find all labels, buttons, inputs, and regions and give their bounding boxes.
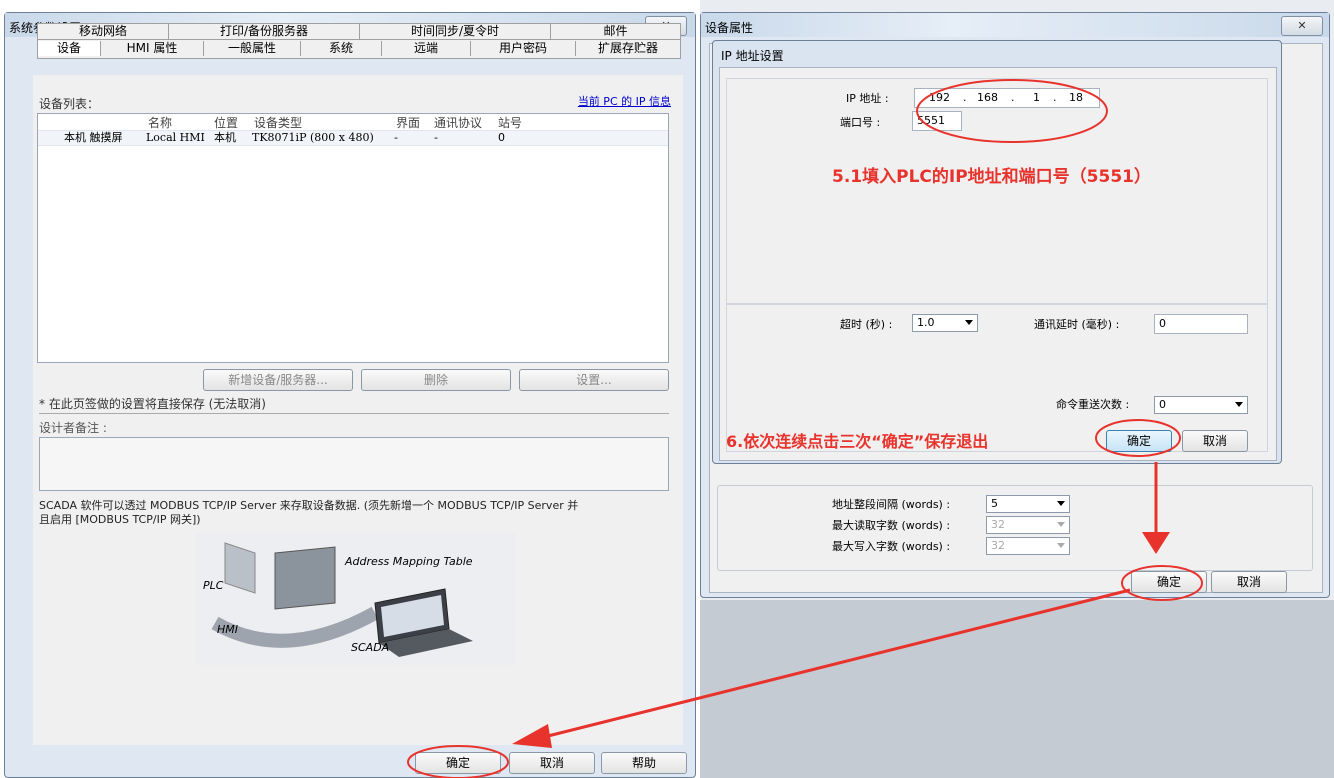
- dialog-body: IP 地址 : 192 . 168 . 1 . 18 端口号 : 5551 超时…: [719, 67, 1277, 461]
- tab-device[interactable]: 设备: [38, 41, 101, 56]
- tab-email[interactable]: 邮件: [551, 24, 680, 40]
- port-label: 端口号 :: [840, 116, 881, 129]
- col-interface: 界面: [396, 116, 421, 130]
- diagram-mapping-label: Address Mapping Table: [345, 555, 473, 568]
- cancel-button-right[interactable]: 取消: [1211, 571, 1287, 593]
- ip-dot: .: [1011, 91, 1015, 104]
- cancel-button-left[interactable]: 取消: [509, 752, 595, 774]
- close-icon: ✕: [1297, 19, 1307, 32]
- ip-address-field[interactable]: 192 . 168 . 1 . 18: [914, 88, 1100, 108]
- device-table: 名称 位置 设备类型 界面 通讯协议 站号 本机 触摸屏 Local HMI 本…: [37, 113, 669, 363]
- ip-address-label: IP 地址 :: [846, 92, 889, 105]
- tab-user-password[interactable]: 用户密码: [471, 41, 576, 56]
- ip-dot: .: [1053, 91, 1057, 104]
- col-device-type: 设备类型: [254, 116, 303, 130]
- interval-select[interactable]: 5: [986, 495, 1070, 513]
- interval-label: 地址整段间隔 (words) :: [832, 498, 951, 511]
- cell-name: 本机 触摸屏: [64, 131, 123, 144]
- background-dark: [700, 600, 1334, 778]
- tab-remote[interactable]: 远端: [382, 41, 471, 56]
- scada-diagram: Address Mapping Table PLC HMI SCADA: [195, 533, 515, 665]
- col-name: 名称: [148, 116, 173, 130]
- max-write-select[interactable]: 32: [986, 537, 1070, 555]
- table-header: 名称 位置 设备类型 界面 通讯协议 站号: [38, 114, 668, 130]
- tab-time-sync[interactable]: 时间同步/夏令时: [360, 24, 551, 40]
- ip-dot: .: [963, 91, 967, 104]
- designer-note-field[interactable]: [39, 437, 669, 491]
- tab-system[interactable]: 系统: [301, 41, 382, 56]
- timeout-value: 1.0: [917, 316, 935, 329]
- timeout-select[interactable]: 1.0: [912, 314, 978, 332]
- system-parameters-window: 系统参数设置 ✕ 移动网络 打印/备份服务器 时间同步/夏令时 邮件 设备 HM…: [4, 12, 696, 778]
- cell-station: 0: [498, 131, 505, 144]
- tab-print-backup[interactable]: 打印/备份服务器: [169, 24, 360, 40]
- table-row[interactable]: 本机 触摸屏 Local HMI 本机 TK8071iP (800 x 480)…: [38, 130, 668, 146]
- help-button-left[interactable]: 帮助: [601, 752, 687, 774]
- save-note: * 在此页签做的设置将直接保存 (无法取消): [39, 397, 266, 411]
- chevron-down-icon: [965, 320, 973, 325]
- cell-location: 本机: [214, 131, 236, 144]
- ip-ok-button[interactable]: 确定: [1106, 430, 1172, 452]
- ip-octet-4: 18: [1069, 91, 1083, 104]
- add-device-button[interactable]: 新增设备/服务器...: [203, 369, 353, 391]
- delay-field[interactable]: 0: [1154, 314, 1248, 334]
- tab-extended-memory[interactable]: 扩展存贮器: [576, 41, 680, 56]
- chevron-down-icon: [1057, 543, 1065, 548]
- ok-button-left[interactable]: 确定: [415, 752, 501, 774]
- col-protocol: 通讯协议: [434, 116, 483, 130]
- address-settings-group: 地址整段间隔 (words) : 5 最大读取字数 (words) : 32 最…: [717, 485, 1313, 571]
- max-write-label: 最大写入字数 (words) :: [832, 540, 951, 553]
- cell-interface: -: [394, 131, 398, 144]
- close-button[interactable]: ✕: [1281, 16, 1323, 36]
- delete-button[interactable]: 删除: [361, 369, 511, 391]
- tab-mobile-network[interactable]: 移动网络: [38, 24, 169, 40]
- diagram-hmi-label: HMI: [217, 623, 239, 636]
- chevron-down-icon: [1057, 501, 1065, 506]
- retry-select[interactable]: 0: [1154, 396, 1248, 414]
- annotation-step2: 6.依次连续点击三次“确定”保存退出: [726, 432, 989, 451]
- max-read-label: 最大读取字数 (words) :: [832, 519, 951, 532]
- tab-hmi-properties[interactable]: HMI 属性: [101, 41, 204, 56]
- col-location: 位置: [214, 116, 239, 130]
- chevron-down-icon: [1057, 522, 1065, 527]
- pc-ip-info-link[interactable]: 当前 PC 的 IP 信息: [578, 93, 671, 109]
- cell-device-type: TK8071iP (800 x 480): [252, 131, 374, 144]
- settings-button[interactable]: 设置...: [519, 369, 669, 391]
- ip-cancel-button[interactable]: 取消: [1182, 430, 1248, 452]
- chevron-down-icon: [1235, 402, 1243, 407]
- retry-value: 0: [1159, 398, 1166, 411]
- cell-protocol: -: [434, 131, 438, 144]
- diagram-scada-label: SCADA: [351, 641, 390, 654]
- interval-value: 5: [991, 497, 998, 510]
- col-station: 站号: [498, 116, 523, 130]
- device-tab-page: 设备列表： 当前 PC 的 IP 信息 名称 位置 设备类型 界面 通讯协议 站…: [33, 75, 683, 745]
- window-title: 设备属性: [705, 21, 754, 35]
- ok-button-right[interactable]: 确定: [1131, 571, 1207, 593]
- tab-general-properties[interactable]: 一般属性: [204, 41, 301, 56]
- designer-note-label: 设计者备注 :: [39, 421, 107, 435]
- ip-octet-1: 192: [929, 91, 950, 104]
- device-list-label: 设备列表：: [39, 97, 100, 111]
- timeout-label: 超时 (秒) :: [840, 318, 893, 331]
- diagram-plc-label: PLC: [203, 579, 224, 592]
- title-bar: 设备属性 ✕: [701, 13, 1329, 37]
- ip-group: [726, 78, 1268, 304]
- cell-name-2: Local HMI: [146, 131, 205, 144]
- port-field[interactable]: 5551: [912, 111, 962, 131]
- scada-text-line2: 且启用 [MODBUS TCP/IP 网关]): [39, 513, 201, 526]
- divider: [39, 413, 669, 414]
- annotation-step1: 5.1填入PLC的IP地址和端口号（5551）: [832, 167, 1151, 187]
- ip-settings-dialog: IP 地址设置 IP 地址 : 192 . 168 . 1 . 18 端口号 :…: [712, 40, 1282, 464]
- retry-label: 命令重送次数 :: [1056, 398, 1130, 411]
- ip-octet-2: 168: [977, 91, 998, 104]
- max-read-select[interactable]: 32: [986, 516, 1070, 534]
- max-read-value: 32: [991, 518, 1005, 531]
- dialog-title: IP 地址设置: [721, 49, 784, 63]
- max-write-value: 32: [991, 539, 1005, 552]
- ip-octet-3: 1: [1033, 91, 1040, 104]
- delay-label: 通讯延时 (毫秒) :: [1034, 318, 1120, 331]
- tab-strip: 移动网络 打印/备份服务器 时间同步/夏令时 邮件 设备 HMI 属性 一般属性…: [37, 23, 681, 59]
